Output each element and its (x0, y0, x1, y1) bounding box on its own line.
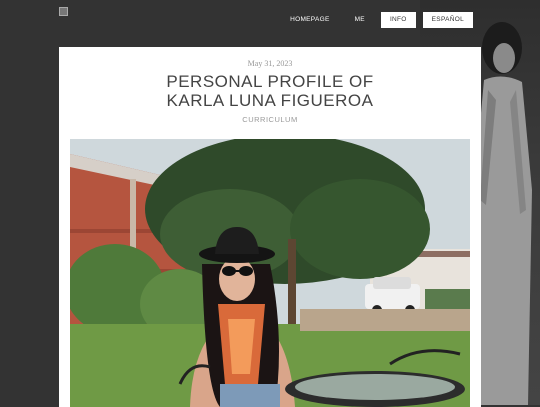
featured-photo-illustration (70, 139, 470, 407)
post-featured-image (70, 139, 470, 407)
nav-item-homepage[interactable]: HOMEPAGE (281, 12, 338, 28)
post-date: May 31, 2023 (247, 59, 293, 68)
main-nav: HOMEPAGE ME INFO ESPAÑOL (274, 12, 473, 28)
post-title-line-2: KARLA LUNA FIGUEROA (166, 91, 374, 110)
post-title-line-1: PERSONAL PROFILE OF (166, 72, 374, 91)
nav-item-me[interactable]: ME (346, 12, 374, 28)
post-card: May 31, 2023 PERSONAL PROFILE OF KARLA L… (59, 47, 481, 407)
post-category-link[interactable]: CURRICULUM (59, 115, 481, 124)
post-title: PERSONAL PROFILE OF KARLA LUNA FIGUEROA (59, 72, 481, 110)
nav-item-espanol[interactable]: ESPAÑOL (422, 12, 473, 28)
nav-item-info[interactable]: INFO (380, 12, 416, 28)
site-logo[interactable] (59, 7, 68, 16)
